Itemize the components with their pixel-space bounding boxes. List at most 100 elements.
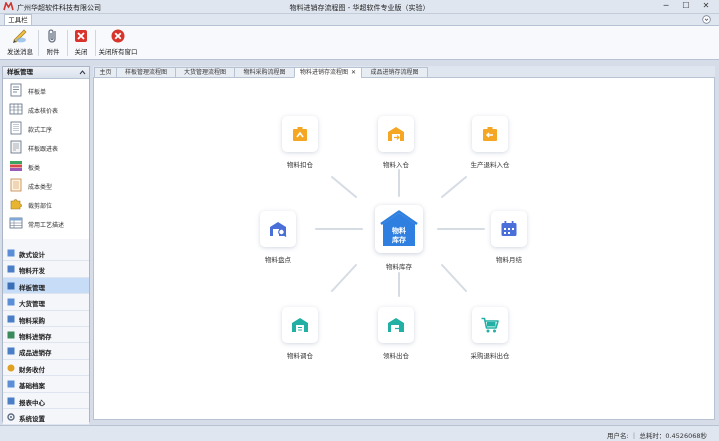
- nav-label: 物料开发: [19, 267, 45, 276]
- close-box-icon: [75, 30, 87, 42]
- node-material-stocktake[interactable]: 物料盘点: [260, 211, 296, 264]
- node-label: 采购退料出仓: [470, 352, 510, 360]
- nav-material-development[interactable]: 物料开发: [3, 261, 89, 278]
- tab-toolbar[interactable]: 工具栏: [4, 14, 32, 25]
- attachment-label: 附件: [46, 48, 60, 56]
- status-text: 用户名: ｜ 总耗时：0.4526068秒: [607, 432, 707, 440]
- node-label: 物料月结: [496, 256, 522, 264]
- sidebar-item-sample-follow-up[interactable]: 样板跟进表: [3, 138, 89, 157]
- center-icon-text-top: 物料: [392, 226, 406, 235]
- sidebar-item-label: 成本核价表: [28, 108, 59, 115]
- node-material-stock[interactable]: 物料 库存: [375, 205, 423, 253]
- sidebar-item-board-type[interactable]: 板类: [3, 157, 89, 176]
- ribbon-divider: [67, 30, 68, 56]
- close-label: 关闭: [74, 48, 88, 56]
- center-icon-text-bottom: 库存: [392, 235, 406, 244]
- nav-material-inventory[interactable]: 物料进销存: [3, 326, 89, 344]
- list-document-icon: [10, 121, 22, 135]
- node-material-out[interactable]: 领料出仓: [378, 307, 414, 360]
- node-purchase-return-out[interactable]: 采购退料出仓: [471, 307, 510, 360]
- ribbon-divider: [38, 30, 39, 56]
- node-material-transfer[interactable]: 物料调仓: [282, 307, 318, 360]
- close-button[interactable]: 关闭: [70, 28, 92, 58]
- send-message-button[interactable]: 发送消息: [5, 28, 35, 58]
- node-tile: [282, 307, 318, 343]
- node-label: 物料入仓: [383, 161, 409, 169]
- nav-material-purchase[interactable]: 物料采购: [3, 310, 89, 327]
- help-icon[interactable]: [702, 15, 711, 24]
- node-material-deduct[interactable]: 物料扣仓: [282, 116, 318, 169]
- color-blocks-icon: [10, 161, 22, 171]
- pencil-message-icon: [13, 29, 27, 43]
- app-logo-icon: [3, 2, 14, 11]
- node-material-in[interactable]: 物料入仓: [378, 116, 414, 169]
- design-icon: [7, 249, 15, 257]
- sidebar-item-sample-order[interactable]: 样板单: [3, 81, 89, 100]
- ribbon-toolbar: 发送消息 附件 关闭 关闭所有窗口: [0, 25, 719, 60]
- sidebar-item-label: 样板跟进表: [28, 146, 59, 153]
- maximize-button[interactable]: ☐: [677, 1, 695, 12]
- attachment-button[interactable]: 附件: [42, 28, 64, 58]
- nav-bulk-management[interactable]: 大货管理: [3, 294, 89, 311]
- nav-report-center[interactable]: 报表中心: [3, 392, 89, 409]
- minimize-button[interactable]: ─: [657, 1, 675, 12]
- close-all-windows-button[interactable]: 关闭所有窗口: [98, 28, 138, 58]
- nav-sample-management[interactable]: 样板管理: [3, 277, 89, 295]
- node-label: 物料调仓: [287, 352, 313, 360]
- sidebar-item-label: 常用工艺描述: [28, 222, 65, 229]
- sidebar-item-label: 样板单: [28, 89, 47, 96]
- tab-sample-flow[interactable]: 样板管理流程图: [116, 67, 176, 78]
- sample-icon: [7, 282, 15, 290]
- finance-icon: [7, 364, 15, 372]
- node-tile: [472, 307, 508, 343]
- ribbon-divider: [95, 30, 96, 56]
- node-tile: [282, 116, 318, 152]
- nav-label: 基础档案: [19, 382, 45, 391]
- node-tile: [378, 307, 414, 343]
- chevron-up-icon[interactable]: [79, 69, 86, 76]
- node-label: 物料扣仓: [287, 161, 313, 169]
- node-tile: [491, 211, 527, 247]
- close-tab-icon[interactable]: ✕: [351, 69, 356, 76]
- sidebar-item-cost-pricing[interactable]: 成本核价表: [3, 100, 89, 119]
- cart-icon: [481, 317, 499, 333]
- report-center-icon: [7, 397, 15, 405]
- node-production-return-in[interactable]: 生产退料入仓: [471, 116, 510, 169]
- tab-product-inventory-flow[interactable]: 成品进销存流程图: [361, 67, 428, 78]
- ledger-icon: [10, 178, 22, 192]
- tab-bulk-flow[interactable]: 大货管理流程图: [175, 67, 235, 78]
- material-icon: [7, 265, 15, 273]
- box-arrow-icon: [293, 127, 307, 141]
- title-bar: 广州华超软件科技有限公司 物料进销存流程图 - 华超软件专业版（实验） ─ ☐ …: [0, 0, 719, 14]
- node-label: 物料盘点: [265, 256, 291, 264]
- node-material-monthly-close[interactable]: 物料月结: [491, 211, 527, 264]
- tab-purchase-flow[interactable]: 物料采购流程图: [234, 67, 295, 78]
- nav-label: 大货管理: [19, 300, 45, 309]
- sidebar-item-label: 成本类型: [28, 184, 53, 191]
- sidebar-item-common-craft[interactable]: 常用工艺描述: [3, 214, 89, 233]
- nav-label: 样板管理: [19, 283, 45, 292]
- window-controls: ─ ☐ ✕: [657, 1, 715, 12]
- sidebar-item-cost-type[interactable]: 成本类型: [3, 176, 89, 195]
- nav-label: 物料采购: [19, 316, 45, 325]
- nav-system-settings[interactable]: 系统设置: [3, 408, 89, 426]
- nav-label: 款式设计: [19, 251, 45, 259]
- sidebar-item-style-process[interactable]: 款式工序: [3, 119, 89, 138]
- tab-label: 物料进销存流程图: [299, 69, 348, 76]
- nav-finance[interactable]: 财务收付: [3, 359, 89, 377]
- nav-basic-archive[interactable]: 基础档案: [3, 376, 89, 393]
- nav-label: 报表中心: [19, 398, 45, 407]
- tab-home[interactable]: 主页: [94, 67, 117, 78]
- close-window-button[interactable]: ✕: [697, 1, 715, 12]
- nav-product-inventory[interactable]: 成品进销存: [3, 343, 89, 360]
- nav-style-design[interactable]: 款式设计: [3, 245, 89, 262]
- sidebar-item-cutting-part[interactable]: 裁剪部位: [3, 195, 89, 214]
- node-tile: [472, 116, 508, 152]
- gear-icon: [7, 413, 15, 421]
- warehouse-out-icon: [388, 318, 404, 332]
- puzzle-icon: [10, 199, 22, 210]
- inventory-icon: [7, 331, 15, 339]
- tab-material-inventory-flow[interactable]: 物料进销存流程图 ✕: [294, 67, 362, 78]
- module-nav: 款式设计 物料开发 样板管理 大货管理 物料采购 物料进销存 成品进销存 财务收…: [3, 245, 89, 426]
- sub-menu-list: 样板单 成本核价表 款式工序 样板跟进表 板类 成本类型 裁剪部位 常用工艺描述: [3, 79, 89, 239]
